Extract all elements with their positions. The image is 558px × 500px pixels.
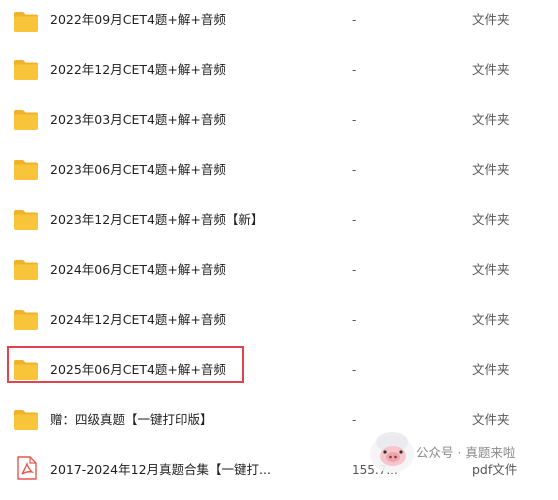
- file-name[interactable]: 2023年03月CET4题+解+音频: [50, 112, 226, 128]
- folder-icon: [13, 11, 39, 33]
- file-name[interactable]: 2022年09月CET4题+解+音频: [50, 12, 226, 28]
- highlight-box: [7, 346, 244, 383]
- file-name[interactable]: 2017-2024年12月真题合集【一键打...: [50, 462, 271, 478]
- list-item[interactable]: 2023年06月CET4题+解+音频 - 文件夹: [0, 150, 558, 200]
- file-size: -: [352, 313, 357, 327]
- folder-icon: [13, 259, 39, 281]
- file-size: -: [352, 263, 357, 277]
- list-item[interactable]: 2023年12月CET4题+解+音频【新】 - 文件夹: [0, 200, 558, 250]
- file-size: -: [352, 363, 357, 377]
- file-type: 文件夹: [472, 162, 510, 177]
- file-name[interactable]: 2024年12月CET4题+解+音频: [50, 312, 226, 328]
- pdf-icon: [16, 456, 38, 480]
- list-item[interactable]: 2024年06月CET4题+解+音频 - 文件夹: [0, 250, 558, 300]
- file-name[interactable]: 2023年12月CET4题+解+音频【新】: [50, 212, 263, 228]
- file-size: -: [352, 13, 357, 27]
- list-item[interactable]: 2023年03月CET4题+解+音频 - 文件夹: [0, 100, 558, 150]
- file-name[interactable]: 2023年06月CET4题+解+音频: [50, 162, 226, 178]
- list-item[interactable]: 2024年12月CET4题+解+音频 - 文件夹: [0, 300, 558, 350]
- folder-icon: [13, 109, 39, 131]
- folder-icon: [13, 159, 39, 181]
- folder-icon: [13, 309, 39, 331]
- file-type: 文件夹: [472, 412, 510, 427]
- file-size: -: [352, 113, 357, 127]
- file-type: 文件夹: [472, 112, 510, 127]
- file-name[interactable]: 2024年06月CET4题+解+音频: [50, 262, 226, 278]
- file-type: 文件夹: [472, 312, 510, 327]
- file-name[interactable]: 赠：四级真题【一键打印版】: [50, 412, 213, 428]
- file-size: -: [352, 213, 357, 227]
- file-size: -: [352, 413, 357, 427]
- file-size: -: [352, 63, 357, 77]
- list-item[interactable]: 2022年09月CET4题+解+音频 - 文件夹: [0, 0, 558, 50]
- file-size: -: [352, 163, 357, 177]
- watermark: 公众号 · 真题来啦: [366, 428, 556, 473]
- file-type: 文件夹: [472, 212, 510, 227]
- mascot-icon: [366, 428, 418, 476]
- list-item[interactable]: 2022年12月CET4题+解+音频 - 文件夹: [0, 50, 558, 100]
- folder-icon: [13, 59, 39, 81]
- file-type: 文件夹: [472, 12, 510, 27]
- file-type: 文件夹: [472, 62, 510, 77]
- file-type: 文件夹: [472, 362, 510, 377]
- file-list: 2022年09月CET4题+解+音频 - 文件夹 2022年12月CET4题+解…: [0, 0, 558, 480]
- file-name[interactable]: 2022年12月CET4题+解+音频: [50, 62, 226, 78]
- file-type: 文件夹: [472, 262, 510, 277]
- folder-icon: [13, 409, 39, 431]
- watermark-text: 公众号 · 真题来啦: [416, 445, 516, 460]
- folder-icon: [13, 209, 39, 231]
